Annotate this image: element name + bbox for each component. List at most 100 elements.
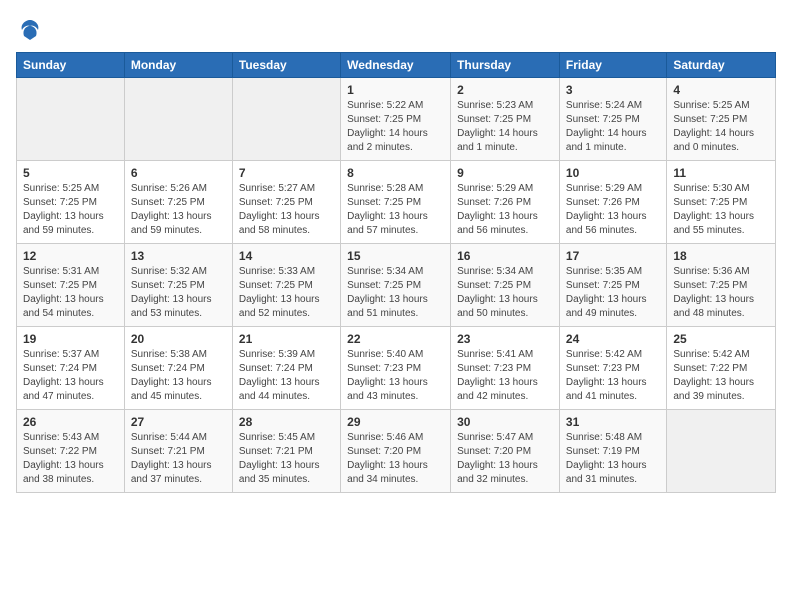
calendar-week-row: 26 Sunrise: 5:43 AM Sunset: 7:22 PM Dayli…: [17, 410, 776, 493]
day-number: 1: [347, 83, 444, 97]
calendar-cell: 9 Sunrise: 5:29 AM Sunset: 7:26 PM Daylig…: [451, 161, 560, 244]
day-info: Sunrise: 5:24 AM Sunset: 7:25 PM Dayligh…: [566, 99, 660, 155]
day-number: 10: [566, 166, 660, 180]
day-info: Sunrise: 5:29 AM Sunset: 7:26 PM Dayligh…: [457, 182, 553, 238]
column-header-wednesday: Wednesday: [341, 53, 451, 78]
calendar-cell: 30 Sunrise: 5:47 AM Sunset: 7:20 PM Dayli…: [451, 410, 560, 493]
day-number: 14: [239, 249, 334, 263]
calendar-cell: 14 Sunrise: 5:33 AM Sunset: 7:25 PM Dayli…: [232, 244, 340, 327]
calendar-cell: 28Sunrise: 5:45 AM Sunset: 7:21 PM Dayli…: [232, 410, 340, 493]
calendar-cell: 24Sunrise: 5:42 AM Sunset: 7:23 PM Dayli…: [559, 327, 666, 410]
calendar-cell: 7 Sunrise: 5:27 AM Sunset: 7:25 PM Daylig…: [232, 161, 340, 244]
page-header: [16, 16, 776, 44]
column-header-sunday: Sunday: [17, 53, 125, 78]
calendar-cell: 4Sunrise: 5:25 AM Sunset: 7:25 PM Daylig…: [667, 78, 776, 161]
calendar-cell: [667, 410, 776, 493]
day-info: Sunrise: 5:27 AM Sunset: 7:25 PM Dayligh…: [239, 182, 334, 238]
day-info: Sunrise: 5:48 AM Sunset: 7:19 PM Dayligh…: [566, 431, 660, 487]
day-number: 29: [347, 415, 444, 429]
calendar-cell: 16 Sunrise: 5:34 AM Sunset: 7:25 PM Dayli…: [451, 244, 560, 327]
day-number: 9: [457, 166, 553, 180]
calendar-cell: 3 Sunrise: 5:24 AM Sunset: 7:25 PM Daylig…: [559, 78, 666, 161]
day-number: 26: [23, 415, 118, 429]
day-number: 22: [347, 332, 444, 346]
day-info: Sunrise: 5:39 AM Sunset: 7:24 PM Dayligh…: [239, 348, 334, 404]
day-number: 7: [239, 166, 334, 180]
day-number: 2: [457, 83, 553, 97]
calendar-cell: 23 Sunrise: 5:41 AM Sunset: 7:23 PM Dayli…: [451, 327, 560, 410]
day-info: Sunrise: 5:47 AM Sunset: 7:20 PM Dayligh…: [457, 431, 553, 487]
day-info: Sunrise: 5:42 AM Sunset: 7:22 PM Dayligh…: [673, 348, 769, 404]
calendar-cell: 8Sunrise: 5:28 AM Sunset: 7:25 PM Daylig…: [341, 161, 451, 244]
calendar-cell: 12 Sunrise: 5:31 AM Sunset: 7:25 PM Dayli…: [17, 244, 125, 327]
day-number: 5: [23, 166, 118, 180]
day-info: Sunrise: 5:35 AM Sunset: 7:25 PM Dayligh…: [566, 265, 660, 321]
day-info: Sunrise: 5:38 AM Sunset: 7:24 PM Dayligh…: [131, 348, 226, 404]
day-info: Sunrise: 5:43 AM Sunset: 7:22 PM Dayligh…: [23, 431, 118, 487]
calendar-cell: 20 Sunrise: 5:38 AM Sunset: 7:24 PM Dayli…: [124, 327, 232, 410]
day-number: 4: [673, 83, 769, 97]
calendar-week-row: 5 Sunrise: 5:25 AM Sunset: 7:25 PM Daylig…: [17, 161, 776, 244]
day-info: Sunrise: 5:37 AM Sunset: 7:24 PM Dayligh…: [23, 348, 118, 404]
day-number: 25: [673, 332, 769, 346]
logo: [16, 16, 48, 44]
calendar-cell: [232, 78, 340, 161]
day-number: 3: [566, 83, 660, 97]
day-info: Sunrise: 5:36 AM Sunset: 7:25 PM Dayligh…: [673, 265, 769, 321]
calendar-cell: [17, 78, 125, 161]
calendar-week-row: 1 Sunrise: 5:22 AM Sunset: 7:25 PM Daylig…: [17, 78, 776, 161]
calendar-cell: 6 Sunrise: 5:26 AM Sunset: 7:25 PM Daylig…: [124, 161, 232, 244]
calendar-cell: 19Sunrise: 5:37 AM Sunset: 7:24 PM Dayli…: [17, 327, 125, 410]
day-info: Sunrise: 5:33 AM Sunset: 7:25 PM Dayligh…: [239, 265, 334, 321]
calendar-cell: 10 Sunrise: 5:29 AM Sunset: 7:26 PM Dayli…: [559, 161, 666, 244]
column-header-monday: Monday: [124, 53, 232, 78]
day-number: 6: [131, 166, 226, 180]
day-number: 12: [23, 249, 118, 263]
day-number: 11: [673, 166, 769, 180]
column-header-tuesday: Tuesday: [232, 53, 340, 78]
day-info: Sunrise: 5:26 AM Sunset: 7:25 PM Dayligh…: [131, 182, 226, 238]
day-info: Sunrise: 5:29 AM Sunset: 7:26 PM Dayligh…: [566, 182, 660, 238]
calendar-week-row: 19Sunrise: 5:37 AM Sunset: 7:24 PM Dayli…: [17, 327, 776, 410]
day-info: Sunrise: 5:32 AM Sunset: 7:25 PM Dayligh…: [131, 265, 226, 321]
day-info: Sunrise: 5:22 AM Sunset: 7:25 PM Dayligh…: [347, 99, 444, 155]
day-number: 23: [457, 332, 553, 346]
calendar-cell: [124, 78, 232, 161]
day-info: Sunrise: 5:30 AM Sunset: 7:25 PM Dayligh…: [673, 182, 769, 238]
day-info: Sunrise: 5:31 AM Sunset: 7:25 PM Dayligh…: [23, 265, 118, 321]
calendar-cell: 13 Sunrise: 5:32 AM Sunset: 7:25 PM Dayli…: [124, 244, 232, 327]
day-info: Sunrise: 5:28 AM Sunset: 7:25 PM Dayligh…: [347, 182, 444, 238]
day-number: 13: [131, 249, 226, 263]
day-number: 28: [239, 415, 334, 429]
day-number: 18: [673, 249, 769, 263]
day-number: 16: [457, 249, 553, 263]
day-info: Sunrise: 5:46 AM Sunset: 7:20 PM Dayligh…: [347, 431, 444, 487]
calendar-cell: 22 Sunrise: 5:40 AM Sunset: 7:23 PM Dayli…: [341, 327, 451, 410]
calendar-cell: 29 Sunrise: 5:46 AM Sunset: 7:20 PM Dayli…: [341, 410, 451, 493]
calendar-cell: 27Sunrise: 5:44 AM Sunset: 7:21 PM Dayli…: [124, 410, 232, 493]
column-header-thursday: Thursday: [451, 53, 560, 78]
day-info: Sunrise: 5:40 AM Sunset: 7:23 PM Dayligh…: [347, 348, 444, 404]
day-number: 30: [457, 415, 553, 429]
column-header-friday: Friday: [559, 53, 666, 78]
calendar-cell: 1 Sunrise: 5:22 AM Sunset: 7:25 PM Daylig…: [341, 78, 451, 161]
day-info: Sunrise: 5:41 AM Sunset: 7:23 PM Dayligh…: [457, 348, 553, 404]
calendar-cell: 15Sunrise: 5:34 AM Sunset: 7:25 PM Dayli…: [341, 244, 451, 327]
day-info: Sunrise: 5:34 AM Sunset: 7:25 PM Dayligh…: [457, 265, 553, 321]
calendar-cell: 31Sunrise: 5:48 AM Sunset: 7:19 PM Dayli…: [559, 410, 666, 493]
calendar-table: SundayMondayTuesdayWednesdayThursdayFrid…: [16, 52, 776, 493]
day-info: Sunrise: 5:34 AM Sunset: 7:25 PM Dayligh…: [347, 265, 444, 321]
day-number: 17: [566, 249, 660, 263]
calendar-cell: 5 Sunrise: 5:25 AM Sunset: 7:25 PM Daylig…: [17, 161, 125, 244]
calendar-week-row: 12 Sunrise: 5:31 AM Sunset: 7:25 PM Dayli…: [17, 244, 776, 327]
day-number: 27: [131, 415, 226, 429]
logo-icon: [16, 16, 44, 44]
day-info: Sunrise: 5:25 AM Sunset: 7:25 PM Dayligh…: [23, 182, 118, 238]
day-number: 20: [131, 332, 226, 346]
column-header-saturday: Saturday: [667, 53, 776, 78]
calendar-cell: 17 Sunrise: 5:35 AM Sunset: 7:25 PM Dayli…: [559, 244, 666, 327]
calendar-cell: 18 Sunrise: 5:36 AM Sunset: 7:25 PM Dayli…: [667, 244, 776, 327]
calendar-cell: 2Sunrise: 5:23 AM Sunset: 7:25 PM Daylig…: [451, 78, 560, 161]
day-number: 21: [239, 332, 334, 346]
calendar-cell: 26 Sunrise: 5:43 AM Sunset: 7:22 PM Dayli…: [17, 410, 125, 493]
